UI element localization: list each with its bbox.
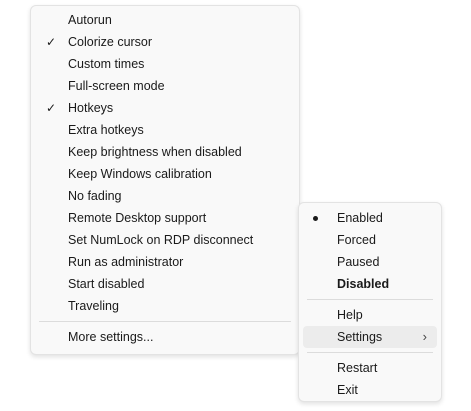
tray-context-menu: Enabled Forced Paused Disabled Help Sett… [298,202,442,402]
menu-item-colorize-cursor[interactable]: ✓ Colorize cursor [35,31,295,53]
menu-item-start-disabled[interactable]: Start disabled [35,273,295,295]
menu-item-label: Restart [337,361,378,375]
chevron-right-icon: › [422,329,427,344]
menu-item-label: Remote Desktop support [68,211,207,225]
menu-item-label: Autorun [68,13,112,27]
menu-separator [307,299,433,300]
menu-item-label: Settings [337,330,383,344]
menu-item-keep-brightness[interactable]: Keep brightness when disabled [35,141,295,163]
menu-item-label: Custom times [68,57,145,71]
menu-item-disabled[interactable]: Disabled [303,273,437,295]
menu-item-label: Traveling [68,299,119,313]
menu-item-label: More settings... [68,330,154,344]
menu-item-label: Enabled [337,211,383,225]
menu-item-remote-desktop-support[interactable]: Remote Desktop support [35,207,295,229]
menu-item-paused[interactable]: Paused [303,251,437,273]
menu-item-label: Full-screen mode [68,79,165,93]
menu-item-forced[interactable]: Forced [303,229,437,251]
menu-item-custom-times[interactable]: Custom times [35,53,295,75]
menu-item-settings[interactable]: Settings › [303,326,437,348]
menu-item-label: Forced [337,233,376,247]
menu-item-label: Keep brightness when disabled [68,145,242,159]
menu-item-label: Exit [337,383,358,397]
menu-item-full-screen-mode[interactable]: Full-screen mode [35,75,295,97]
menu-item-label: Disabled [337,277,390,291]
menu-item-label: Colorize cursor [68,35,153,49]
menu-item-more-settings[interactable]: More settings... [35,326,295,348]
menu-item-label: No fading [68,189,122,203]
menu-item-run-as-admin[interactable]: Run as administrator [35,251,295,273]
checkmark-icon: ✓ [45,35,57,49]
menu-separator [307,352,433,353]
menu-item-traveling[interactable]: Traveling [35,295,295,317]
menu-item-label: Extra hotkeys [68,123,144,137]
menu-item-help[interactable]: Help [303,304,437,326]
menu-item-label: Run as administrator [68,255,184,269]
menu-item-label: Keep Windows calibration [68,167,212,181]
menu-item-numlock-rdp[interactable]: Set NumLock on RDP disconnect [35,229,295,251]
menu-item-keep-windows-calibration[interactable]: Keep Windows calibration [35,163,295,185]
menu-item-no-fading[interactable]: No fading [35,185,295,207]
menu-item-label: Start disabled [68,277,145,291]
settings-submenu: Autorun ✓ Colorize cursor Custom times F… [30,5,300,355]
menu-item-hotkeys[interactable]: ✓ Hotkeys [35,97,295,119]
menu-item-label: Set NumLock on RDP disconnect [68,233,254,247]
menu-separator [39,321,291,322]
checkmark-icon: ✓ [45,101,57,115]
menu-item-enabled[interactable]: Enabled [303,207,437,229]
menu-item-exit[interactable]: Exit [303,379,437,401]
menu-item-label: Paused [337,255,380,269]
menu-item-restart[interactable]: Restart [303,357,437,379]
radio-bullet-icon [313,216,318,221]
menu-item-extra-hotkeys[interactable]: Extra hotkeys [35,119,295,141]
menu-item-label: Hotkeys [68,101,114,115]
menu-item-autorun[interactable]: Autorun [35,9,295,31]
menu-item-label: Help [337,308,363,322]
